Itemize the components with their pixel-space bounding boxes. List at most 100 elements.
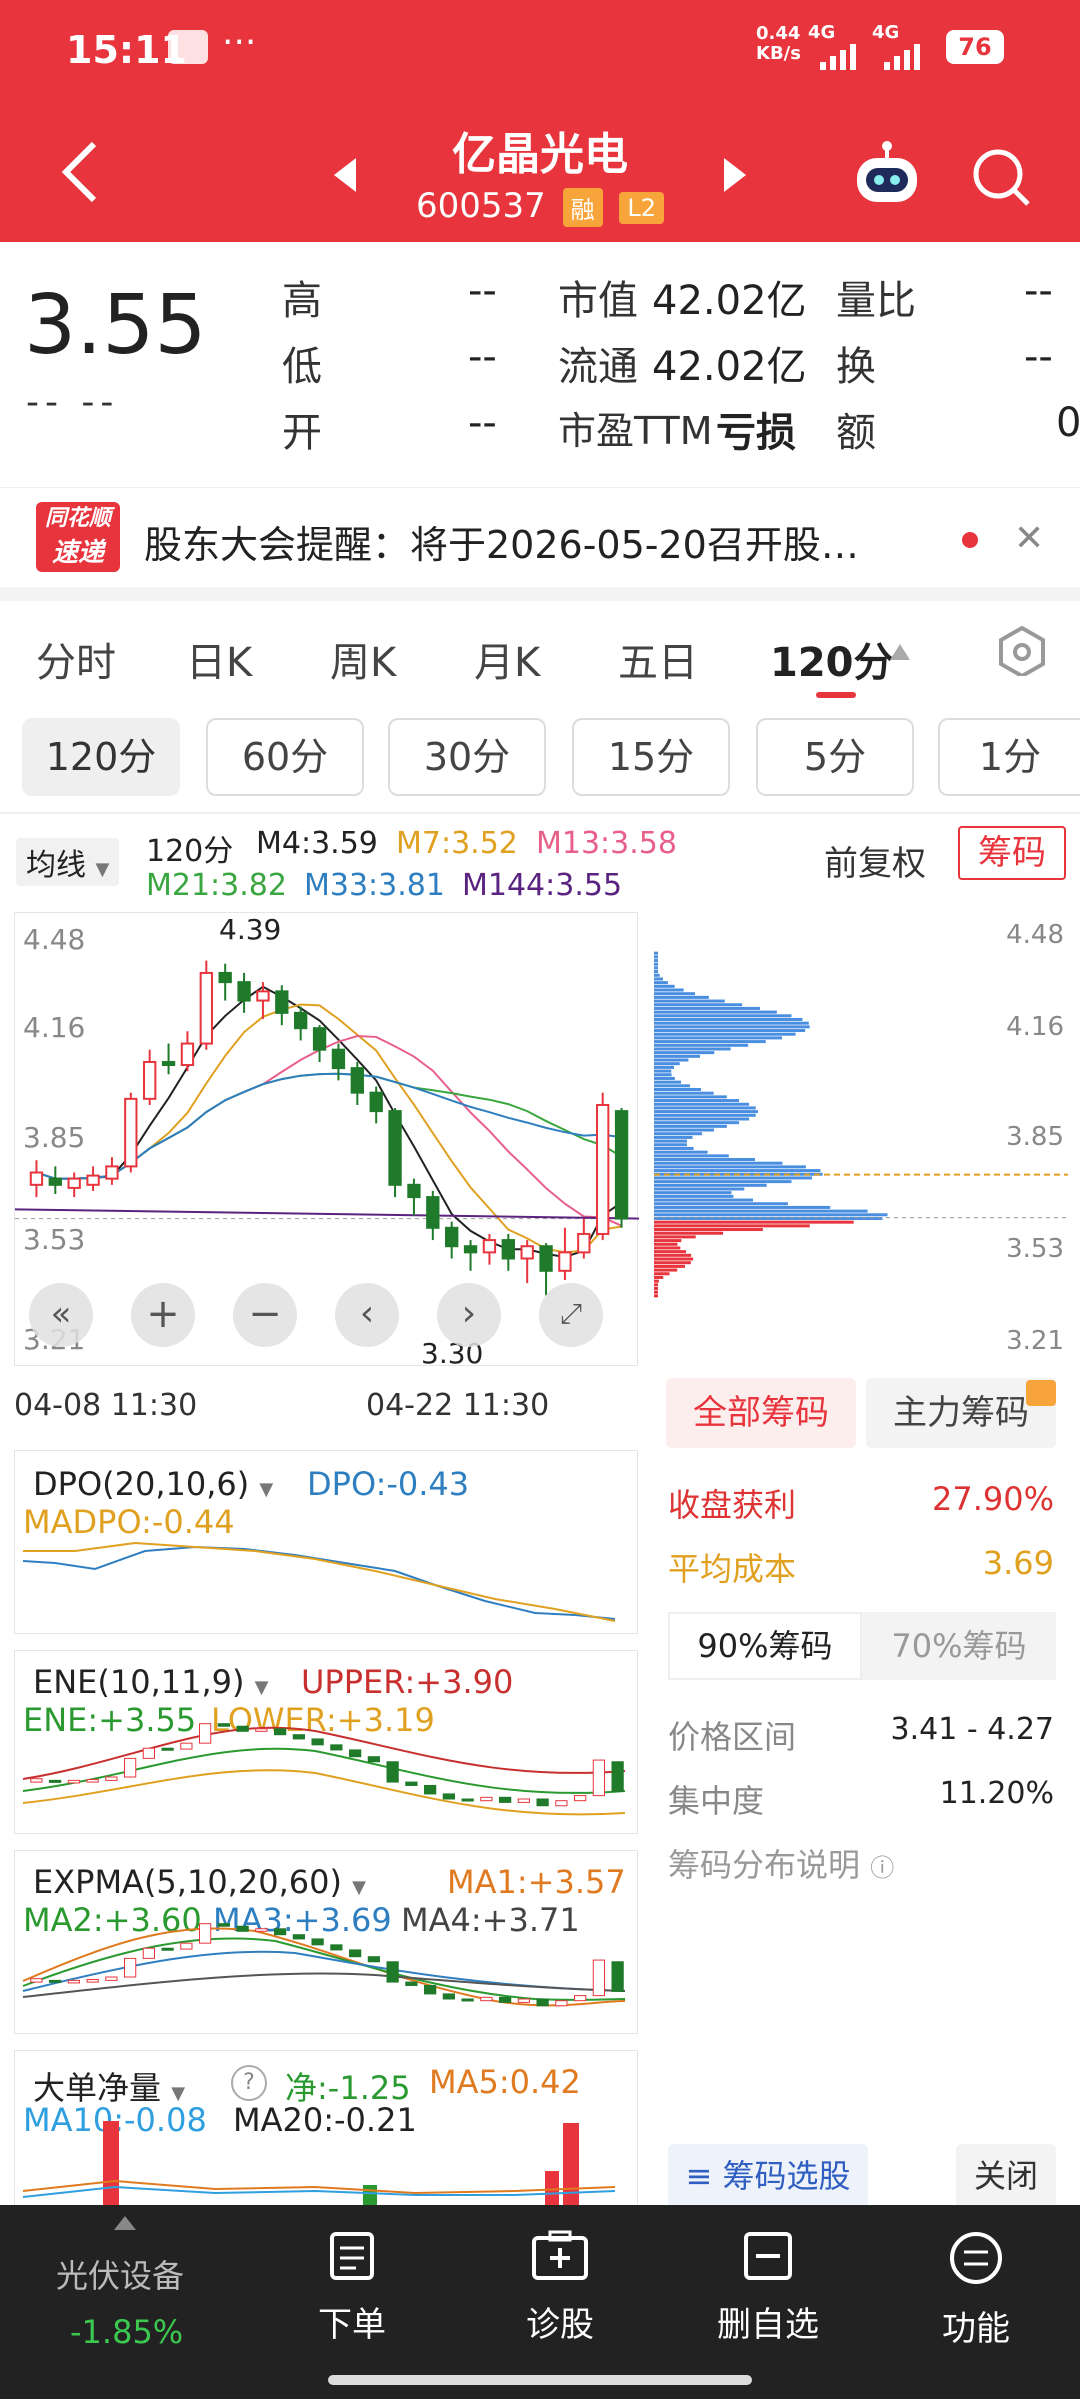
chip-bar (654, 1135, 693, 1139)
tab-five-day[interactable]: 五日 (618, 630, 698, 688)
ene-panel[interactable]: ENE(10,11,9) ▼ UPPER:+3.90 ENE:+3.55 LOW… (14, 1650, 638, 1834)
chip-tick-3-85: 3.85 (1006, 1122, 1064, 1152)
chip-bar (654, 1286, 658, 1290)
y-tick-4-16: 4.16 (23, 1011, 86, 1044)
big-order-panel[interactable]: 大单净量 ▼ ? 净:-1.25 MA5:0.42 MA10:-0.08 MA2… (14, 2050, 638, 2211)
zoom-in-icon[interactable]: + (131, 1283, 195, 1347)
close-icon[interactable]: ✕ (1014, 518, 1044, 559)
mini-candle (105, 1976, 118, 1981)
dpo-panel[interactable]: DPO(20,10,6) ▼ DPO:-0.43 MADPO:-0.44 (14, 1450, 638, 1634)
chip-bar (654, 1257, 694, 1261)
tab-monthly-k[interactable]: 月K (474, 630, 540, 688)
mini-candle (574, 1795, 587, 1802)
main-kline-panel[interactable]: 4.48 4.16 3.85 3.53 3.21 4.39 3.30 « + −… (14, 912, 640, 1370)
legend-period: 120分 (146, 834, 234, 869)
candle (463, 1240, 478, 1271)
mini-candle (236, 1925, 249, 1932)
open-value: -- (468, 400, 497, 446)
expma-panel[interactable]: EXPMA(5,10,20,60) ▼ MA1:+3.57 MA2:+3.60 … (14, 1850, 638, 2034)
move-right-icon[interactable]: › (437, 1283, 501, 1347)
tab-all-chips[interactable]: 全部筹码 (666, 1378, 856, 1448)
rewind-icon[interactable]: « (29, 1283, 93, 1347)
chip-bar (654, 1242, 678, 1246)
candle (539, 1243, 553, 1296)
lock-icon (1026, 1380, 1056, 1406)
minute-tab-5[interactable]: 5分 (756, 718, 914, 796)
tab-120min[interactable]: 120分 (770, 630, 894, 688)
zoom-out-icon[interactable]: − (233, 1283, 297, 1347)
move-left-icon[interactable]: ‹ (335, 1283, 399, 1347)
minute-tab-120[interactable]: 120分 (22, 718, 180, 796)
chip-bar (654, 1143, 687, 1147)
remove-watchlist-label: 删自选 (717, 2305, 819, 2345)
diagnose-button[interactable]: 诊股 (480, 2230, 640, 2346)
chip-bar (654, 1036, 783, 1040)
search-icon[interactable] (970, 146, 1032, 212)
ma-selector[interactable]: 均线 ▼ (16, 838, 120, 886)
expand-up-icon[interactable] (114, 2215, 136, 2234)
remove-watchlist-button[interactable]: 删自选 (688, 2230, 848, 2346)
chip-bar (654, 1117, 750, 1121)
level2-tag: L2 (619, 191, 665, 224)
news-logo: 同花顺 速递 (36, 502, 120, 572)
chips-button[interactable]: 筹码 (958, 826, 1066, 880)
mini-candle (124, 1957, 137, 1978)
mini-candle (30, 1978, 43, 1983)
chip-bar (654, 1228, 763, 1232)
chip-bar (654, 1058, 689, 1062)
chip-bar (654, 1183, 767, 1187)
stock-code: 600537 (415, 186, 546, 226)
dropdown-up-icon[interactable] (890, 644, 910, 664)
chip-bar (654, 1250, 687, 1254)
minute-tab-60[interactable]: 60分 (206, 718, 364, 796)
news-ticker[interactable]: 同花顺 速递 股东大会提醒：将于2026-05-20召开股… ✕ (0, 487, 1080, 587)
sector-change: -1.85% (70, 2313, 184, 2351)
mini-candle (236, 1725, 249, 1732)
minute-tab-30[interactable]: 30分 (388, 718, 546, 796)
chip-bar (654, 1124, 727, 1128)
tab-90-chips[interactable]: 90%筹码 (668, 1612, 862, 1680)
tab-intraday[interactable]: 分时 (36, 630, 116, 688)
chip-bar (654, 959, 658, 963)
chip-bar (654, 1283, 658, 1287)
chip-bar (654, 1076, 675, 1080)
volume-ratio-label: 量比 (836, 278, 916, 324)
tab-weekly-k[interactable]: 周K (330, 630, 396, 688)
mini-candle (86, 1979, 99, 1983)
restore-price-toggle[interactable]: 前复权 (824, 836, 926, 885)
chip-bar (654, 1191, 732, 1195)
sector-name[interactable]: 光伏设备 (56, 2251, 184, 2297)
robot-assistant-icon[interactable] (852, 138, 922, 212)
chip-bar (654, 1065, 674, 1069)
functions-button[interactable]: 功能 (896, 2230, 1056, 2350)
close-chips-button[interactable]: 关闭 (956, 2144, 1056, 2208)
chip-bar (654, 1224, 810, 1228)
minute-tab-1[interactable]: 1分 (938, 718, 1080, 796)
order-button[interactable]: 下单 (272, 2230, 432, 2346)
mini-candle (592, 1759, 605, 1797)
fullscreen-icon[interactable]: ⤢ (539, 1283, 603, 1347)
status-bar: 15:11 ··· 0.44 KB/s 4G 4G 76 (0, 0, 1080, 95)
minute-tab-15[interactable]: 15分 (572, 718, 730, 796)
candle (86, 1166, 100, 1191)
chip-stock-select-button[interactable]: ≡ 筹码选股 (668, 2144, 868, 2208)
chip-description-link[interactable]: 筹码分布说明 ⓘ (668, 1840, 1058, 1886)
low-label: 低 (282, 344, 322, 390)
chip-bar (654, 1261, 691, 1265)
date-label-1: 04-08 11:30 (14, 1388, 198, 1423)
candle (501, 1233, 515, 1271)
next-stock-icon[interactable] (722, 158, 746, 196)
float-cap-label: 流通 (558, 344, 638, 390)
mini-candle (255, 1728, 268, 1732)
candle (596, 1092, 610, 1241)
volume-ratio-value: -- (1024, 268, 1053, 314)
candle (218, 963, 232, 1001)
settings-hexagon-icon[interactable] (998, 625, 1046, 680)
chip-bar (654, 1246, 681, 1250)
tab-70-chips[interactable]: 70%筹码 (862, 1612, 1056, 1680)
margin-tag: 融 (562, 188, 603, 227)
chip-bar (654, 1043, 749, 1047)
chip-bar (654, 955, 658, 959)
tab-daily-k[interactable]: 日K (186, 630, 252, 688)
chip-tick-4-48: 4.48 (1006, 920, 1064, 950)
